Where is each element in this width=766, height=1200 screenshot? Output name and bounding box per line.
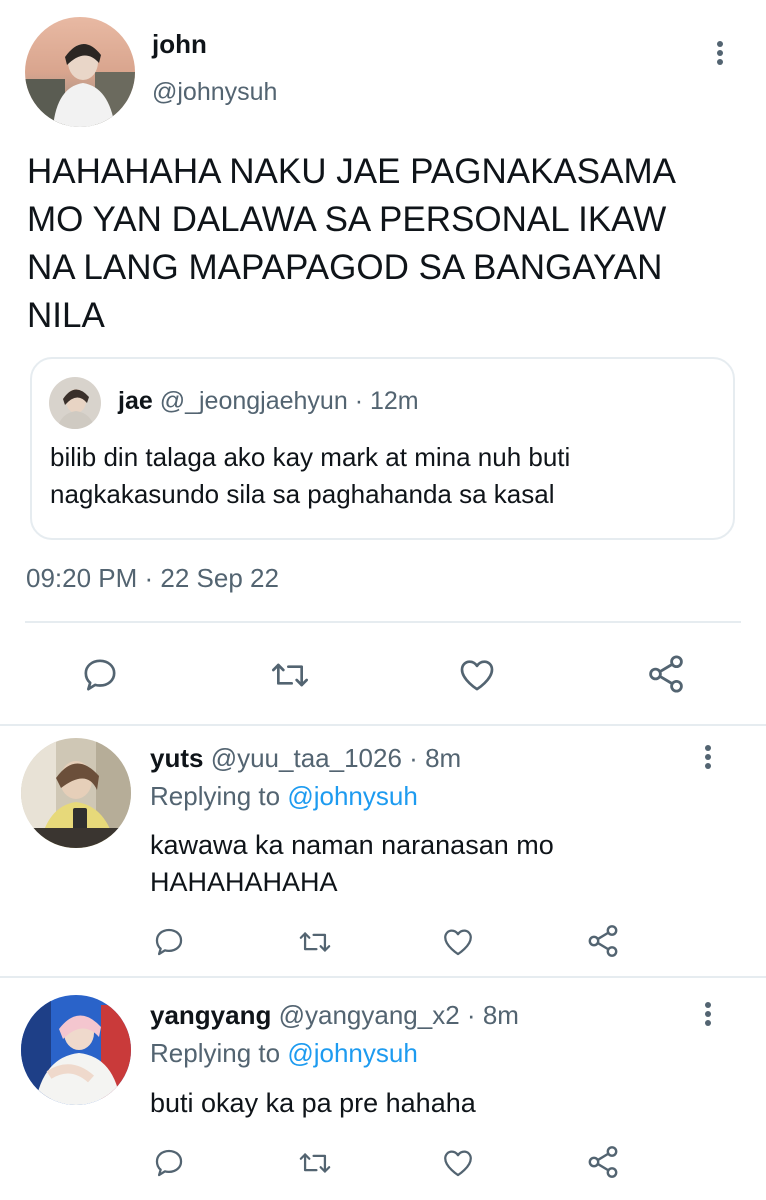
reply-author-name[interactable]: yuts [150, 743, 203, 773]
tweet-text-line: HAHAHAHA NAKU JAE PAGNAKASAMA [27, 152, 676, 191]
reply-header: yuts @yuu_taa_1026 · 8m [150, 743, 461, 774]
quoted-text-line: bilib din talaga ako kay mark at mina nu… [50, 442, 571, 472]
like-icon[interactable] [440, 925, 476, 959]
reply-time: 8m [482, 1000, 519, 1030]
quoted-author-avatar[interactable] [49, 377, 101, 429]
reply-avatar[interactable] [21, 995, 131, 1105]
more-options-icon[interactable] [698, 1001, 718, 1031]
quoted-author-handle[interactable]: @_jeongjaehyun [160, 387, 348, 415]
replying-to-link[interactable]: @johnysuh [287, 1038, 417, 1068]
reply-icon[interactable] [80, 655, 120, 695]
tweet-text-line: NILA [27, 296, 105, 335]
replying-to: Replying to @johnysuh [150, 1038, 418, 1069]
replying-to: Replying to @johnysuh [150, 781, 418, 812]
reply-icon[interactable] [152, 1146, 186, 1180]
reply-text-line: kawawa ka naman naranasan mo [150, 830, 554, 860]
tweet-text-line: MO YAN DALAWA SA PERSONAL IKAW [27, 200, 667, 239]
retweet-icon[interactable] [296, 925, 334, 959]
quoted-author-name[interactable]: jae [118, 387, 153, 415]
reply-author-name[interactable]: yangyang [150, 1000, 271, 1030]
like-icon[interactable] [440, 1146, 476, 1180]
reply-header: yangyang @yangyang_x2 · 8m [150, 1000, 519, 1031]
separator-dot: · [409, 743, 418, 773]
separator-dot: · [354, 387, 364, 415]
separator-dot: · [466, 1000, 476, 1030]
replying-to-label: Replying to [150, 1038, 281, 1068]
more-options-icon[interactable] [710, 40, 730, 70]
reply-text-line: HAHAHAHAHA [150, 867, 338, 897]
reply-text-line: buti okay ka pa pre hahaha [150, 1088, 476, 1118]
author-name[interactable]: john [152, 29, 207, 60]
quoted-tweet-card[interactable]: jae @_jeongjaehyun · 12m bilib din talag… [30, 357, 735, 540]
reply-author-handle[interactable]: @yangyang_x2 [279, 1000, 460, 1030]
reply-avatar[interactable] [21, 738, 131, 848]
like-icon[interactable] [456, 655, 498, 695]
divider [0, 976, 766, 978]
author-handle[interactable]: @johnysuh [152, 78, 277, 107]
quoted-tweet-text: bilib din talaga ako kay mark at mina nu… [50, 439, 720, 513]
share-icon[interactable] [585, 923, 621, 959]
share-icon[interactable] [645, 653, 687, 695]
divider [25, 621, 741, 623]
quoted-tweet-header: jae @_jeongjaehyun · 12m [118, 387, 419, 416]
tweet-text: HAHAHAHA NAKU JAE PAGNAKASAMA MO YAN DAL… [27, 148, 747, 340]
tweet-timestamp[interactable]: 09:20 PM · 22 Sep 22 [26, 563, 279, 594]
reply-text: kawawa ka naman naranasan mo HAHAHAHAHA [150, 827, 730, 901]
retweet-icon[interactable] [296, 1146, 334, 1180]
quoted-tweet-time: 12m [369, 387, 419, 415]
share-icon[interactable] [585, 1144, 621, 1180]
replying-to-link[interactable]: @johnysuh [287, 781, 417, 811]
more-options-icon[interactable] [698, 744, 718, 774]
tweet-text-line: NA LANG MAPAPAGOD SA BANGAYAN [27, 248, 663, 287]
reply-text: buti okay ka pa pre hahaha [150, 1085, 730, 1122]
reply-author-handle[interactable]: @yuu_taa_1026 [211, 743, 402, 773]
divider [0, 724, 766, 726]
reply-time: 8m [425, 743, 462, 773]
author-avatar[interactable] [25, 17, 135, 127]
quoted-text-line: nagkakasundo sila sa paghahanda sa kasal [50, 479, 555, 509]
retweet-icon[interactable] [268, 655, 312, 695]
reply-icon[interactable] [152, 925, 186, 959]
replying-to-label: Replying to [150, 781, 281, 811]
